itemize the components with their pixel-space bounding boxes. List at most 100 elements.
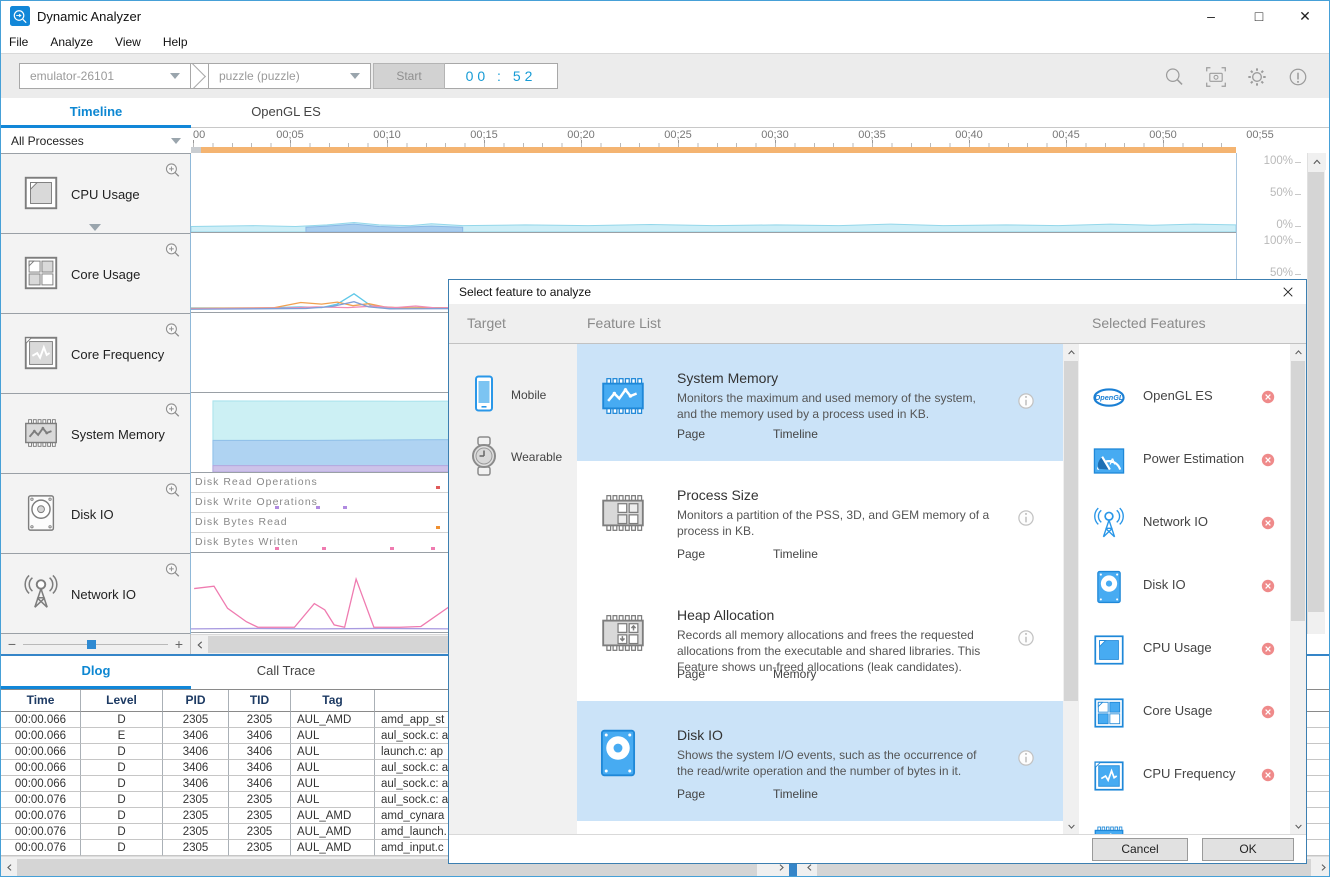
axis-label: 0%: [1243, 219, 1293, 231]
selected-features-scroll-thumb[interactable]: [1291, 361, 1305, 621]
tab-dlog[interactable]: Dlog: [1, 656, 191, 689]
tab-call-trace[interactable]: Call Trace: [191, 656, 381, 689]
feature-list-scroll-thumb[interactable]: [1064, 361, 1078, 701]
about-icon[interactable]: [1285, 64, 1311, 90]
dlog-column-header-tid[interactable]: TID: [229, 690, 291, 712]
feature-tag-timeline: Timeline: [773, 547, 869, 561]
dialog-close-icon[interactable]: [1278, 282, 1298, 302]
feature-title: System Memory: [677, 370, 778, 386]
feature-row-heap-allocation[interactable]: Heap AllocationRecords all memory alloca…: [577, 581, 1063, 701]
tab-opengl-es[interactable]: OpenGL ES: [191, 98, 381, 128]
menu-view[interactable]: View: [115, 35, 141, 49]
dlog-cell: 3406: [163, 776, 229, 792]
menu-file[interactable]: File: [9, 35, 28, 49]
magnifier-plus-icon[interactable]: [162, 240, 184, 262]
disk-io-icon: [21, 493, 61, 538]
disk-io-mark: [275, 506, 279, 509]
zoom-slider-track[interactable]: [23, 644, 168, 645]
scroll-left-arrow[interactable]: [1, 857, 17, 877]
selected-feature-label: Core Usage: [1143, 703, 1212, 718]
scroll-down-arrow[interactable]: [1063, 818, 1079, 834]
app-select[interactable]: puzzle (puzzle): [208, 63, 371, 89]
main-tab-bar: Timeline OpenGL ES: [1, 98, 1330, 128]
dlog-cell: 2305: [229, 712, 291, 728]
remove-feature-icon[interactable]: [1258, 513, 1278, 533]
search-icon[interactable]: [1161, 64, 1187, 90]
magnifier-plus-icon[interactable]: [162, 480, 184, 502]
remove-feature-icon[interactable]: [1258, 387, 1278, 407]
scroll-up-arrow[interactable]: [1290, 344, 1306, 360]
target-list-padding: [449, 344, 577, 364]
feature-row-system-memory[interactable]: System MemoryMonitors the maximum and us…: [577, 344, 1063, 461]
scroll-down-arrow[interactable]: [1290, 818, 1306, 834]
magnifier-plus-icon[interactable]: [162, 400, 184, 422]
disk-io-mark: [436, 526, 440, 529]
feature-list-scrollbar[interactable]: [1063, 344, 1079, 834]
info-icon[interactable]: [1013, 745, 1039, 771]
scroll-left-arrow[interactable]: [191, 635, 208, 654]
magnifier-plus-icon[interactable]: [162, 160, 184, 182]
selected-feature-cpu-frequency: CPU Frequency: [1079, 744, 1290, 807]
close-button[interactable]: ✕: [1285, 1, 1325, 31]
dlog-column-header-time[interactable]: Time: [1, 690, 81, 712]
gear-icon[interactable]: [1244, 64, 1270, 90]
sidebar-item-core-usage[interactable]: Core Usage: [1, 234, 190, 314]
vertical-scrollbar-thumb[interactable]: [1308, 172, 1324, 612]
dialog-title-bar: Select feature to analyze: [449, 280, 1306, 304]
target-item-wearable[interactable]: Wearable: [449, 426, 577, 488]
selected-feature-cpu-usage: CPU Usage: [1079, 618, 1290, 681]
disk-row-label: Disk Bytes Written: [195, 536, 299, 548]
info-icon[interactable]: [1013, 505, 1039, 531]
tab-timeline[interactable]: Timeline: [1, 98, 191, 128]
zoom-slider-handle[interactable]: [87, 640, 96, 649]
scroll-up-arrow[interactable]: [1063, 344, 1079, 360]
window-title: Dynamic Analyzer: [37, 9, 141, 24]
zoom-in-button[interactable]: +: [168, 636, 190, 652]
maximize-button[interactable]: □: [1239, 1, 1279, 31]
sidebar-item-disk-io[interactable]: Disk IO: [1, 474, 190, 554]
feature-tags: PageTimeline: [677, 787, 869, 801]
sidebar-item-system-memory[interactable]: System Memory: [1, 394, 190, 474]
collapse-arrow-icon[interactable]: [89, 224, 101, 231]
scroll-up-arrow[interactable]: [1308, 153, 1326, 170]
feature-row-disk-io[interactable]: Disk IOShows the system I/O events, such…: [577, 701, 1063, 821]
info-icon[interactable]: [1013, 625, 1039, 651]
dlog-cell: 2305: [163, 712, 229, 728]
remove-feature-icon[interactable]: [1258, 765, 1278, 785]
magnifier-plus-icon[interactable]: [162, 560, 184, 582]
menu-analyze[interactable]: Analyze: [50, 35, 93, 49]
selected-feature-network-io: Network IO: [1079, 492, 1290, 555]
dlog-cell: 2305: [163, 808, 229, 824]
zoom-out-button[interactable]: −: [1, 636, 23, 652]
dlog-cell: 3406: [229, 760, 291, 776]
screenshot-icon[interactable]: [1203, 64, 1229, 90]
dlog-column-header-pid[interactable]: PID: [163, 690, 229, 712]
device-select[interactable]: emulator-26101: [19, 63, 191, 89]
sidebar-item-cpu-usage[interactable]: CPU Usage: [1, 154, 190, 234]
axis-label: 100%: [1243, 155, 1293, 167]
magnifier-plus-icon[interactable]: [162, 320, 184, 342]
info-icon[interactable]: [1013, 388, 1039, 414]
scroll-right-arrow[interactable]: [1315, 857, 1330, 877]
remove-feature-icon[interactable]: [1258, 576, 1278, 596]
minimize-button[interactable]: –: [1191, 1, 1231, 31]
dlog-column-header-tag[interactable]: Tag: [291, 690, 375, 712]
sidebar-item-label: CPU Usage: [71, 154, 140, 234]
dlog-column-header-level[interactable]: Level: [81, 690, 163, 712]
remove-feature-icon[interactable]: [1258, 639, 1278, 659]
ok-button[interactable]: OK: [1202, 838, 1294, 861]
feature-row-process-size[interactable]: Process SizeMonitors a partition of the …: [577, 461, 1063, 581]
menu-help[interactable]: Help: [163, 35, 188, 49]
remove-feature-icon[interactable]: [1258, 450, 1278, 470]
dlog-cell: AUL: [291, 776, 375, 792]
dlog-cell: 00:00.066: [1, 776, 81, 792]
remove-feature-icon[interactable]: [1258, 702, 1278, 722]
sidebar-item-core-frequency[interactable]: Core Frequency: [1, 314, 190, 394]
target-item-mobile[interactable]: Mobile: [449, 364, 577, 426]
cancel-button[interactable]: Cancel: [1092, 838, 1188, 861]
selected-features-scrollbar[interactable]: [1290, 344, 1306, 834]
disk-io-icon: [1091, 569, 1127, 610]
process-filter-select[interactable]: All Processes: [1, 128, 191, 154]
sidebar-item-network-io[interactable]: Network IO: [1, 554, 190, 634]
start-button[interactable]: Start: [373, 63, 445, 89]
